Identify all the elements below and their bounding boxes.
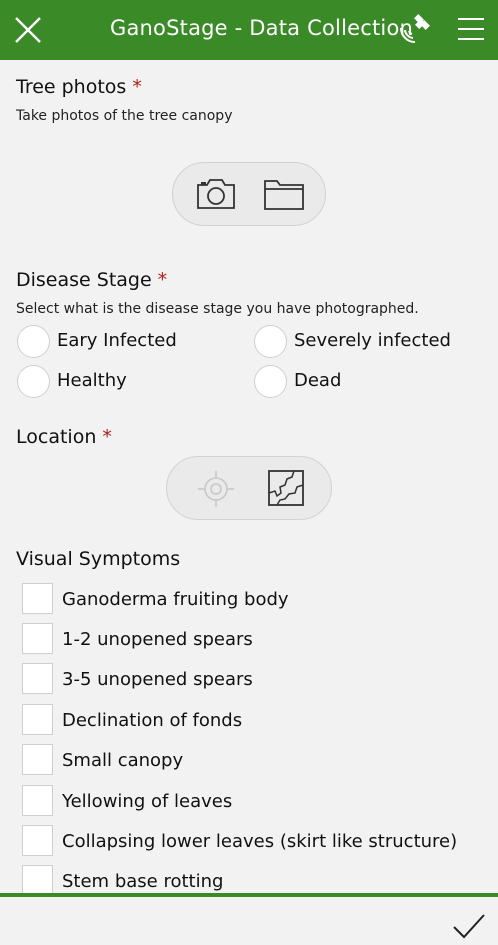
checkbox-label: Yellowing of leaves xyxy=(62,791,233,812)
form-content[interactable]: Tree photos * Take photos of the tree can… xyxy=(0,60,498,893)
location-label: Location * xyxy=(16,426,112,448)
tree-photos-label: Tree photos * xyxy=(16,76,142,98)
checkbox-yellowing-of-leaves[interactable] xyxy=(22,785,53,816)
checkbox-label: Collapsing lower leaves (skirt like stru… xyxy=(62,831,458,852)
checkbox-label: Declination of fonds xyxy=(62,710,243,731)
checkbox-declination-of-fonds[interactable] xyxy=(22,704,53,735)
app-header: GanoStage - Data Collection xyxy=(0,0,498,60)
tree-photos-hint: Take photos of the tree canopy xyxy=(16,108,233,124)
radio-label: Healthy xyxy=(57,370,127,391)
radio-label: Eary Infected xyxy=(57,330,177,351)
checkbox-collapsing-lower-leaves[interactable] xyxy=(22,825,53,856)
crosshair-icon[interactable] xyxy=(197,470,235,508)
radio-healthy[interactable] xyxy=(17,365,50,398)
checkbox-ganoderma-fruiting-body[interactable] xyxy=(22,583,53,614)
map-icon[interactable] xyxy=(267,469,305,507)
checkbox-label: Small canopy xyxy=(62,750,184,771)
checkbox-label: Ganoderma fruiting body xyxy=(62,589,289,610)
radio-label: Dead xyxy=(294,370,342,391)
location-label-text: Location xyxy=(16,426,97,448)
checkbox-small-canopy[interactable] xyxy=(22,744,53,775)
location-source-group xyxy=(166,456,332,520)
satellite-icon[interactable] xyxy=(395,10,433,48)
visual-symptoms-label: Visual Symptoms xyxy=(16,548,181,570)
disease-stage-label: Disease Stage * xyxy=(16,269,167,291)
page-title: GanoStage - Data Collection xyxy=(110,16,413,40)
disease-stage-hint: Select what is the disease stage you hav… xyxy=(16,301,419,317)
form-footer xyxy=(0,893,498,945)
checkbox-stem-base-rotting[interactable] xyxy=(22,865,53,893)
disease-stage-label-text: Disease Stage xyxy=(16,269,152,291)
required-marker: * xyxy=(157,269,168,291)
radio-severely-infected[interactable] xyxy=(254,325,287,358)
photo-source-group xyxy=(172,162,326,226)
radio-label: Severely infected xyxy=(294,330,451,351)
checkbox-label: 3-5 unopened spears xyxy=(62,669,253,690)
radio-eary-infected[interactable] xyxy=(17,325,50,358)
camera-icon[interactable] xyxy=(195,177,237,211)
checkmark-icon[interactable] xyxy=(452,913,486,939)
hamburger-menu-icon[interactable] xyxy=(456,16,486,42)
checkbox-3-5-unopened-spears[interactable] xyxy=(22,663,53,694)
tree-photos-label-text: Tree photos xyxy=(16,76,127,98)
required-marker: * xyxy=(102,426,112,448)
close-icon[interactable] xyxy=(12,14,44,46)
checkbox-1-2-unopened-spears[interactable] xyxy=(22,623,53,654)
checkbox-label: Stem base rotting xyxy=(62,871,224,892)
checkbox-label: 1-2 unopened spears xyxy=(62,629,253,650)
required-marker: * xyxy=(132,76,142,98)
folder-icon[interactable] xyxy=(263,177,305,211)
radio-dead[interactable] xyxy=(254,365,287,398)
